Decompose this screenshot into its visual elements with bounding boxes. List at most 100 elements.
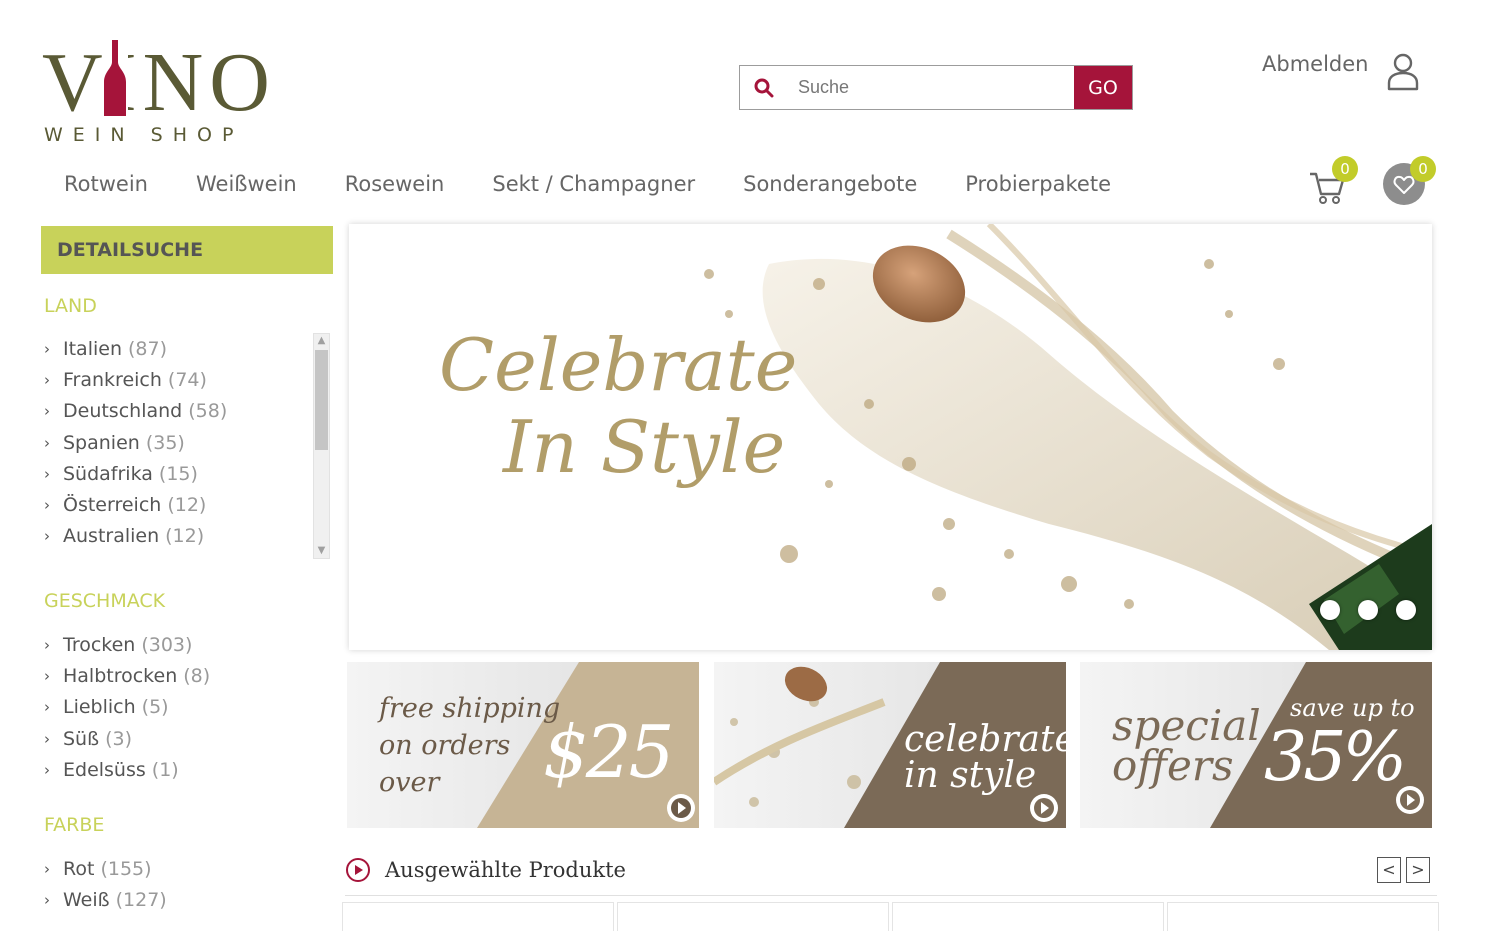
promo-special-offers-text: special offers (1112, 705, 1261, 787)
chevron-right-icon: › (44, 527, 50, 546)
logout-link[interactable]: Abmelden (1262, 50, 1420, 92)
carousel-dot-1[interactable] (1320, 600, 1340, 620)
filter-item-label: Süß (63, 727, 100, 750)
product-card[interactable] (1167, 902, 1439, 931)
promo-celebrate-text: celebrate in style (904, 722, 1066, 794)
featured-next-button[interactable]: > (1406, 857, 1430, 883)
search-icon[interactable] (740, 66, 788, 109)
hero-line-2: In Style (503, 405, 786, 489)
user-icon (1388, 53, 1419, 91)
cart-count-badge: 0 (1332, 156, 1358, 182)
filter-item-count: (74) (167, 368, 207, 391)
play-arrow-icon[interactable] (1396, 786, 1424, 814)
filter-item-label: Weiß (63, 888, 110, 911)
detail-search-heading: DETAILSUCHE (41, 226, 333, 274)
featured-products-header: Ausgewählte Produkte (345, 857, 626, 883)
filter-item-count: (35) (145, 431, 185, 454)
chevron-right-icon: › (44, 666, 50, 685)
cart-button[interactable]: 0 (1307, 156, 1361, 204)
filter-item-land[interactable]: › Österreich (12) (44, 489, 227, 520)
product-card[interactable] (617, 902, 889, 931)
nav-sonderangebote[interactable]: Sonderangebote (743, 172, 917, 196)
filter-item-farbe[interactable]: › Rot (155) (44, 853, 167, 884)
filter-item-count: (15) (158, 462, 198, 485)
featured-products-title: Ausgewählte Produkte (385, 858, 626, 882)
filter-item-count: (3) (105, 727, 132, 750)
filter-item-land[interactable]: › Südafrika (15) (44, 458, 227, 489)
play-arrow-icon[interactable] (1030, 794, 1058, 822)
filter-item-farbe[interactable]: › Weiß (127) (44, 884, 167, 915)
promo-text-line: celebrate (904, 719, 1066, 760)
filter-item-geschmack[interactable]: › Edelsüss (1) (44, 754, 210, 785)
filter-item-label: Italien (63, 337, 122, 360)
chevron-right-icon: › (44, 890, 50, 909)
wine-bottle-icon (102, 38, 128, 118)
filter-item-count: (12) (165, 525, 205, 548)
filter-item-land[interactable]: › Spanien (35) (44, 427, 227, 458)
filter-item-land[interactable]: › Deutschland (58) (44, 396, 227, 427)
chevron-right-icon: › (44, 729, 50, 748)
filter-item-geschmack[interactable]: › Halbtrocken (8) (44, 660, 210, 691)
scroll-thumb[interactable] (315, 350, 328, 450)
hero-banner[interactable]: Celebrate In Style (349, 224, 1432, 650)
carousel-dot-3[interactable] (1396, 600, 1416, 620)
nav-rotwein[interactable]: Rotwein (64, 172, 148, 196)
promo-text-line: on orders (379, 730, 511, 761)
filter-item-label: Lieblich (63, 696, 136, 719)
geschmack-filter-list: › Trocken (303) › Halbtrocken (8) › Lieblich (5)… (44, 629, 210, 785)
land-filter-list: › Italien (87) › Frankreich (74) › Deutschland(… (44, 333, 332, 559)
filter-item-label: Edelsüss (63, 758, 146, 781)
search-input[interactable] (788, 66, 1074, 109)
filter-item-label: Südafrika (63, 462, 153, 485)
featured-prev-button[interactable]: < (1377, 857, 1401, 883)
wishlist-count-badge: 0 (1410, 156, 1436, 182)
filter-item-land[interactable]: › Frankreich (74) (44, 364, 227, 395)
product-card[interactable] (342, 902, 614, 931)
scroll-down-arrow-icon[interactable]: ▼ (314, 544, 329, 558)
hero-headline: Celebrate In Style (439, 324, 797, 488)
filter-item-label: Australien (63, 525, 160, 548)
nav-probierpakete[interactable]: Probierpakete (965, 172, 1111, 196)
promo-celebrate[interactable]: celebrate in style (714, 662, 1066, 828)
carousel-dot-2[interactable] (1358, 600, 1378, 620)
filter-item-label: Spanien (63, 431, 140, 454)
search-go-button[interactable]: GO (1074, 66, 1132, 109)
filter-item-geschmack[interactable]: › Süß (3) (44, 723, 210, 754)
filter-item-geschmack[interactable]: › Trocken (303) (44, 629, 210, 660)
hero-line-1: Celebrate (439, 323, 798, 407)
chevron-right-icon: › (44, 402, 50, 421)
filter-item-count: (1) (151, 758, 179, 781)
filter-item-land[interactable]: › Italien (87) (44, 333, 227, 364)
filter-item-count: (12) (167, 494, 207, 517)
nav-rosewein[interactable]: Rosewein (345, 172, 445, 196)
search-bar: GO (739, 65, 1133, 110)
product-card[interactable] (892, 902, 1164, 931)
logo-text: VINO (42, 36, 276, 129)
logo[interactable]: VINO WEIN SHOP (42, 36, 270, 148)
promo-text-line: in style (904, 755, 1037, 796)
filter-item-land[interactable]: › Australien (12) (44, 521, 227, 552)
scroll-up-arrow-icon[interactable]: ▲ (314, 334, 329, 348)
play-circle-icon (346, 858, 370, 882)
filter-title-farbe: FARBE (44, 814, 105, 836)
chevron-right-icon: › (44, 433, 50, 452)
promo-text-line: free shipping (379, 693, 561, 724)
wishlist-button[interactable]: 0 (1383, 156, 1439, 206)
filter-item-count: (127) (115, 888, 167, 911)
filter-item-count: (155) (100, 857, 152, 880)
promo-free-shipping[interactable]: free shipping on orders over $25 (347, 662, 699, 828)
play-arrow-icon[interactable] (667, 794, 695, 822)
land-scrollbar[interactable]: ▲ ▼ (313, 333, 330, 559)
filter-title-land: LAND (44, 295, 97, 317)
filter-item-label: Trocken (63, 633, 136, 656)
nav-weisswein[interactable]: Weißwein (196, 172, 297, 196)
promo-special-offers[interactable]: special offers save up to 35% (1080, 662, 1432, 828)
nav-sekt-champagner[interactable]: Sekt / Champagner (492, 172, 695, 196)
filter-item-count: (58) (188, 400, 228, 423)
filter-item-count: (303) (141, 633, 193, 656)
farbe-filter-list: › Rot (155) › Weiß (127) (44, 853, 167, 916)
chevron-right-icon: › (44, 760, 50, 779)
logo-wordmark: VINO (42, 38, 276, 128)
filter-item-geschmack[interactable]: › Lieblich (5) (44, 692, 210, 723)
filter-item-label: Rot (63, 857, 95, 880)
